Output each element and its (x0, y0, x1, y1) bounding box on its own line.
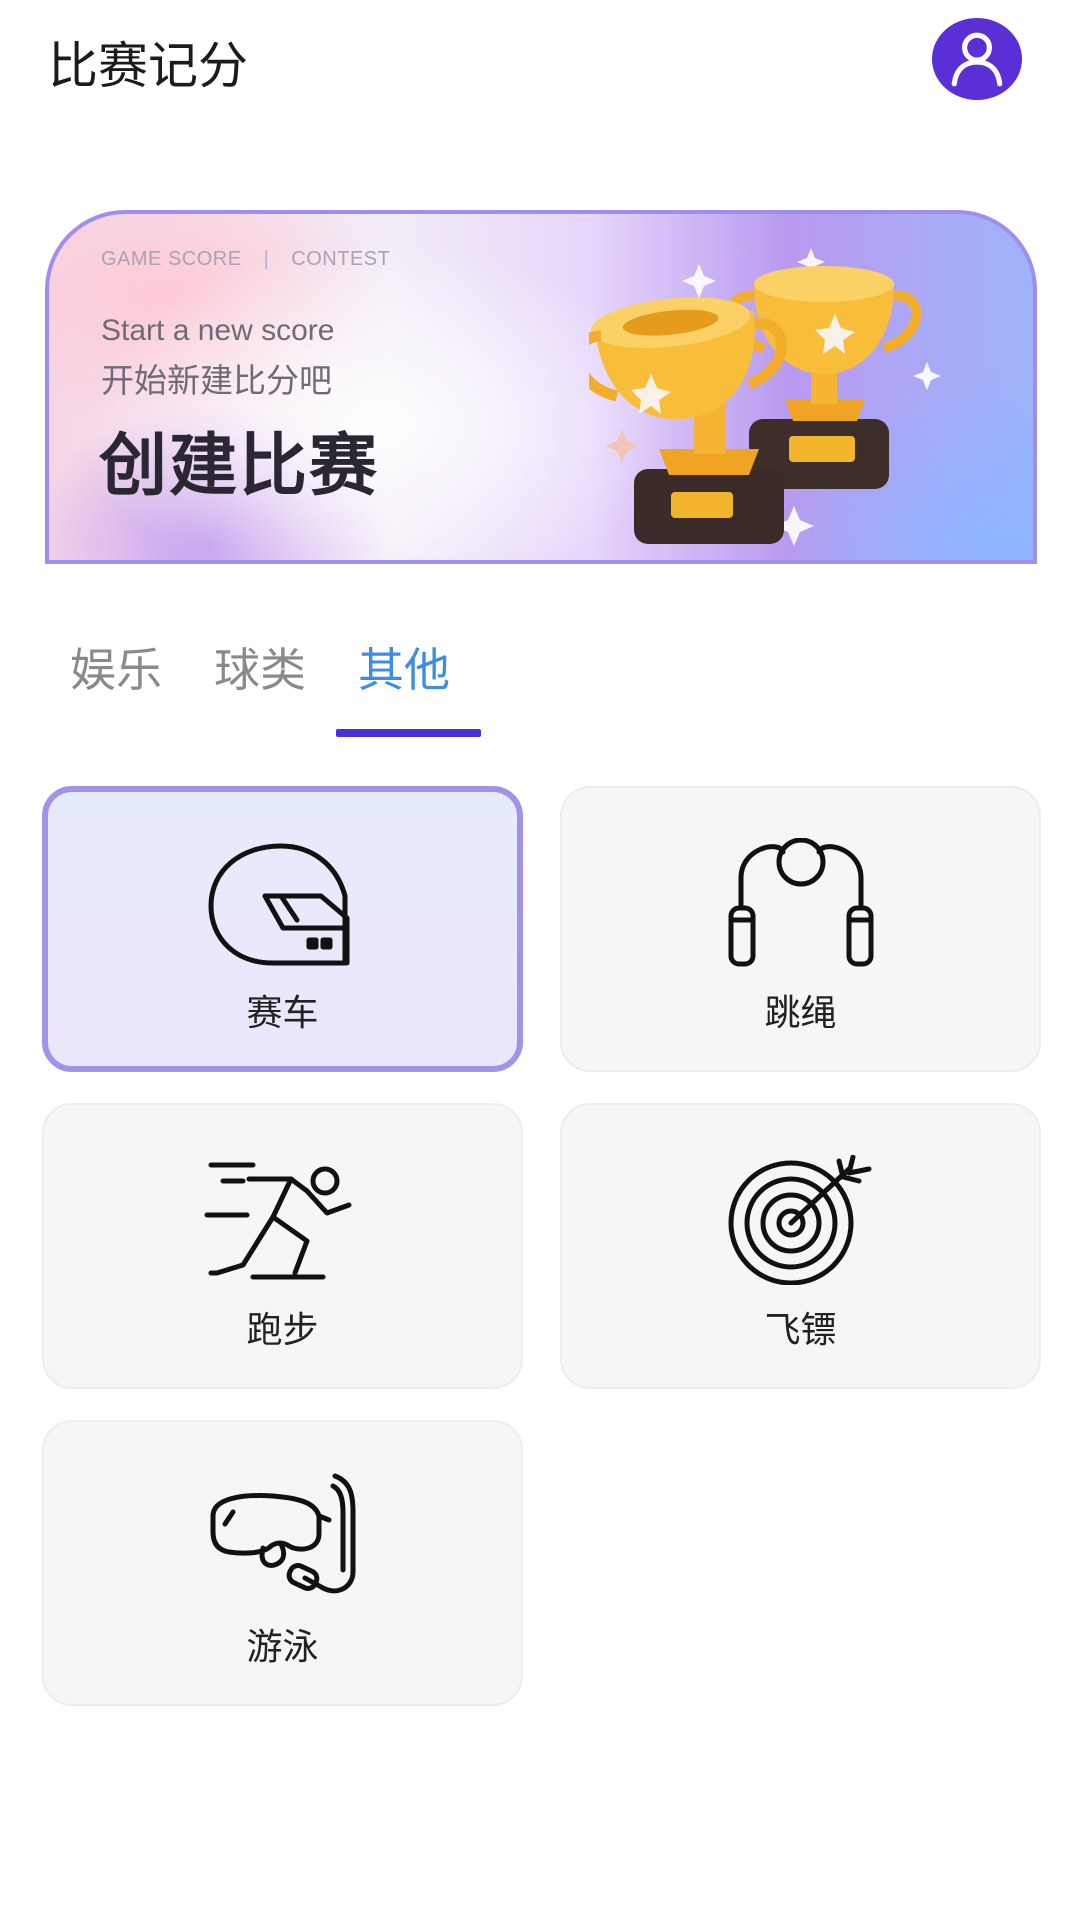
jump-rope-icon (728, 838, 873, 967)
tab-entertainment[interactable]: 娱乐 (70, 640, 162, 700)
banner-subtitle-en: Start a new score (101, 314, 335, 347)
trophy-icon (589, 248, 941, 546)
tagline-left: GAME SCORE (101, 248, 242, 270)
user-icon (951, 32, 1003, 87)
sport-card-darts[interactable]: 飞镖 (560, 1103, 1041, 1389)
sport-card-racing[interactable]: 赛车 (42, 786, 523, 1072)
category-tabs: 娱乐 球类 其他 (70, 640, 502, 700)
sport-card-swimming[interactable]: 游泳 (42, 1420, 523, 1706)
sport-label: 跑步 (246, 1310, 319, 1351)
runner-icon (204, 1162, 351, 1280)
banner-subtitle-cn: 开始新建比分吧 (101, 361, 332, 400)
sport-card-jump-rope[interactable]: 跳绳 (560, 786, 1041, 1072)
diving-mask-icon (210, 1473, 355, 1594)
tagline-right: CONTEST (291, 248, 391, 270)
sport-label: 游泳 (246, 1627, 319, 1668)
racing-helmet-icon (208, 843, 349, 966)
banner-tagline: GAME SCORE | CONTEST (101, 248, 390, 271)
create-contest-title: 创建比赛 (99, 427, 380, 506)
sport-label: 赛车 (246, 993, 319, 1034)
sport-label: 飞镖 (764, 1310, 837, 1351)
dartboard-icon (728, 1155, 871, 1285)
page-title: 比赛记分 (48, 37, 248, 95)
create-contest-banner[interactable]: GAME SCORE | CONTEST Start a new score 开… (45, 210, 1037, 564)
sport-card-running[interactable]: 跑步 (42, 1103, 523, 1389)
active-tab-indicator (336, 729, 481, 737)
tab-other[interactable]: 其他 (358, 640, 450, 700)
sport-label: 跳绳 (764, 993, 837, 1034)
tab-ball-games[interactable]: 球类 (214, 640, 306, 700)
tagline-separator: | (263, 248, 270, 270)
user-avatar-button[interactable] (932, 18, 1022, 100)
